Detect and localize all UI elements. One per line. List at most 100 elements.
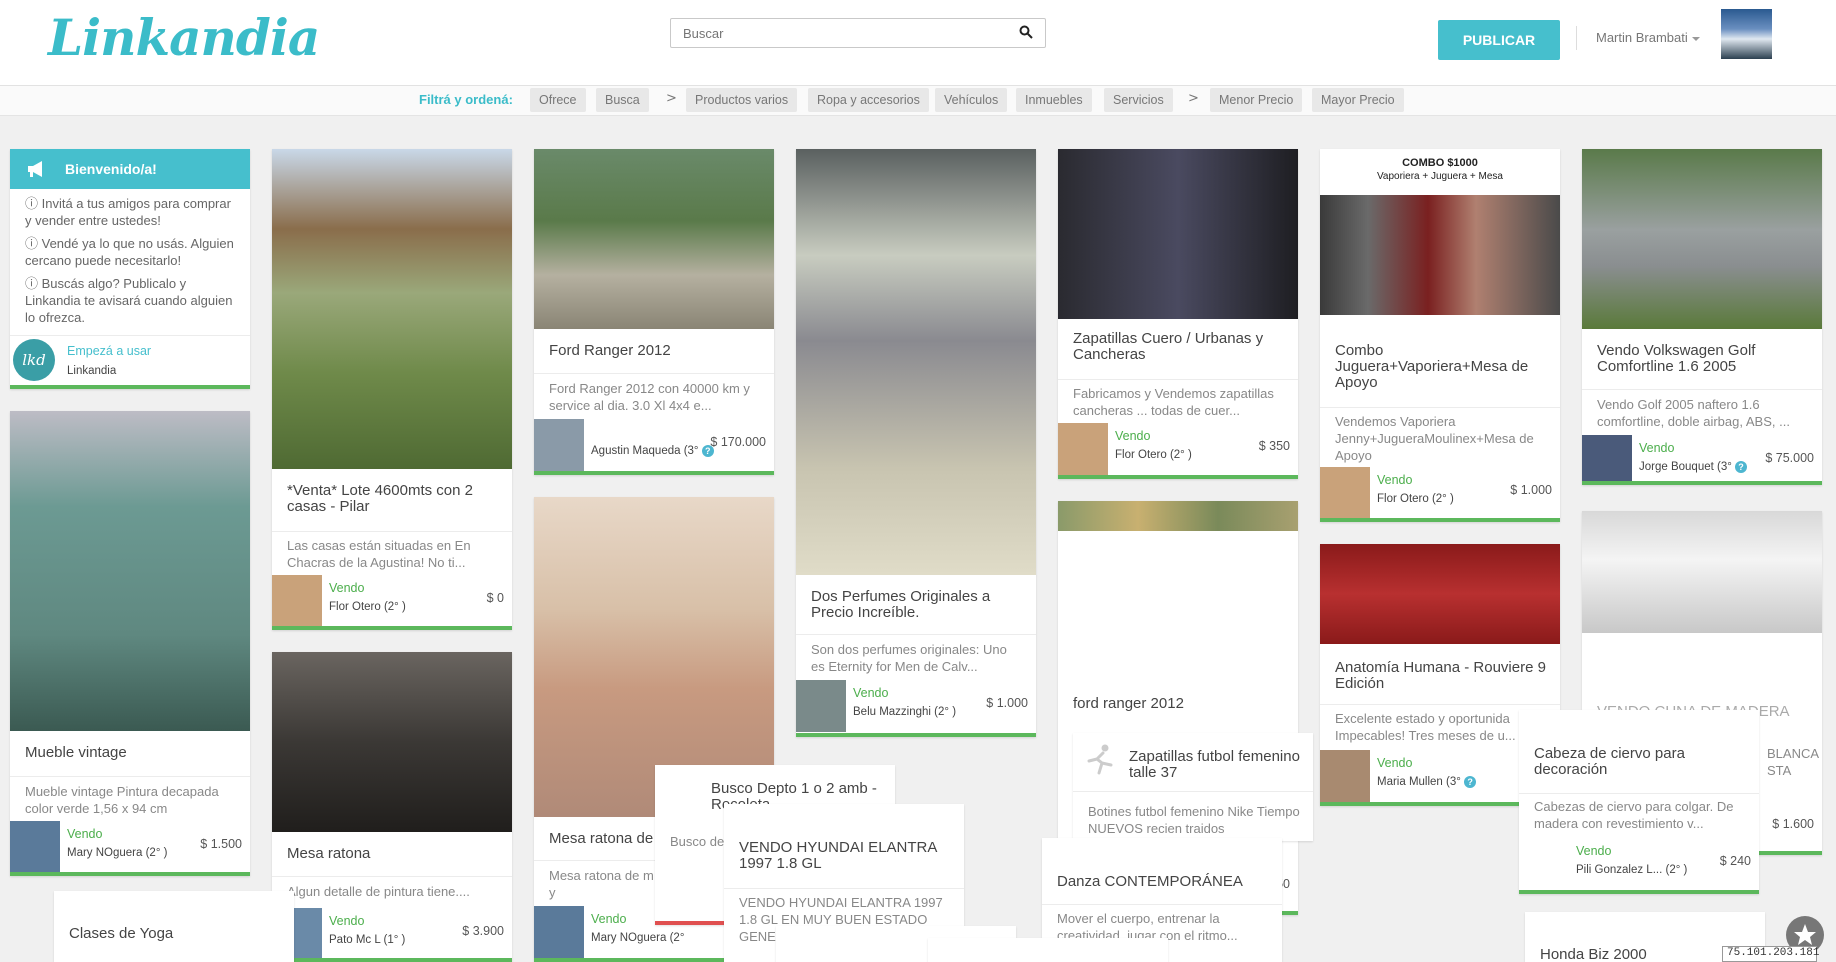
seller-avatar[interactable] <box>272 575 322 626</box>
sort-chip-mayor-precio[interactable]: Mayor Precio <box>1312 88 1404 112</box>
filter-chip-ofrece[interactable]: Ofrece <box>530 88 586 112</box>
listing-image[interactable] <box>272 652 512 832</box>
listing-title[interactable]: Vendo Volkswagen Golf Comfortline 1.6 20… <box>1597 343 1810 375</box>
listing-price: $ 170.000 <box>710 435 766 449</box>
seller-row: Agustin Maqueda (3° ? $ 170.000 <box>534 419 774 471</box>
welcome-title: Bienvenido/a! <box>65 161 157 177</box>
listing-image[interactable]: COMBO $1000 Vaporiera + Juguera + Mesa <box>1320 149 1560 329</box>
listing-card[interactable] <box>928 938 1168 962</box>
seller-name[interactable]: Maria Mullen (3° ? <box>1377 776 1477 788</box>
search-icon[interactable] <box>1019 25 1033 39</box>
seller-row: Vendo Pato Mc L (1° ) $ 3.900 <box>272 908 512 958</box>
listing-card[interactable]: Clases de Yoga <box>54 891 294 962</box>
listing-title[interactable]: ford ranger 2012 <box>1073 696 1286 712</box>
listing-price: $ 1.500 <box>200 837 242 851</box>
search-input[interactable] <box>671 19 1001 47</box>
info-circle-icon: ⓘ <box>25 196 42 211</box>
filter-chip-busca[interactable]: Busca <box>596 88 649 112</box>
listing-image[interactable] <box>534 149 774 329</box>
search-box[interactable] <box>670 18 1046 48</box>
listing-card[interactable]: Zapatillas futbol femenino talle 37 Boti… <box>1073 733 1313 841</box>
listing-title[interactable]: Anatomía Humana - Rouviere 9 Edición <box>1335 660 1548 692</box>
listing-image[interactable] <box>1058 501 1298 531</box>
listing-description: Cabezas de ciervo para colgar. De madera… <box>1534 799 1734 831</box>
seller-avatar[interactable] <box>1320 750 1370 802</box>
listing-title[interactable]: Cabeza de ciervo para decoración <box>1534 746 1747 778</box>
listing-image[interactable] <box>272 149 512 469</box>
listing-title[interactable]: Combo Juguera+Vaporiera+Mesa de Apoyo <box>1335 343 1548 391</box>
seller-avatar[interactable] <box>10 821 60 872</box>
filter-chip-inmuebles[interactable]: Inmuebles <box>1016 88 1092 112</box>
megaphone-icon <box>28 161 42 177</box>
listing-image[interactable] <box>1320 544 1560 644</box>
info-circle-icon: ⓘ <box>25 236 42 251</box>
seller-name[interactable]: Pili Gonzalez L... (2° ) <box>1576 864 1687 876</box>
listing-title[interactable]: Ford Ranger 2012 <box>549 343 762 359</box>
listing-card[interactable]: Vendo Volkswagen Golf Comfortline 1.6 20… <box>1582 149 1822 485</box>
listing-title[interactable]: Zapatillas futbol femenino talle 37 <box>1129 749 1301 781</box>
filter-separator: > <box>1188 91 1199 106</box>
listing-description: STA <box>1767 763 1792 778</box>
listing-title[interactable]: Clases de Yoga <box>69 926 282 942</box>
user-avatar[interactable] <box>1721 9 1772 59</box>
filter-label: Filtrá y ordená: <box>419 92 513 107</box>
seller-avatar[interactable] <box>1058 423 1108 475</box>
seller-name[interactable]: Pato Mc L (1° ) <box>329 934 405 946</box>
sort-chip-menor-precio[interactable]: Menor Precio <box>1210 88 1303 112</box>
listing-image[interactable] <box>1582 149 1822 329</box>
listing-title[interactable]: Zapatillas Cuero / Urbanas y Cancheras <box>1073 331 1286 363</box>
seller-avatar[interactable] <box>796 680 846 732</box>
listing-price: $ 1.600 <box>1772 817 1814 831</box>
user-menu[interactable]: Martin Brambati <box>1596 30 1700 45</box>
seller-avatar[interactable] <box>534 906 584 958</box>
question-badge-icon[interactable]: ? <box>1464 776 1477 788</box>
listing-title[interactable]: *Venta* Lote 4600mts con 2 casas - Pilar <box>287 483 500 515</box>
listing-image[interactable] <box>10 411 250 731</box>
listing-action: Vendo <box>329 581 365 595</box>
listing-card[interactable]: Mueble vintage Mueble vintage Pintura de… <box>10 411 250 876</box>
filter-chip-productos-varios[interactable]: Productos varios <box>686 88 798 112</box>
seller-name[interactable]: Agustin Maqueda (3° ? <box>591 445 714 457</box>
seller-name[interactable]: Mary NOguera (2° <box>591 932 684 944</box>
listing-image[interactable] <box>1582 511 1822 633</box>
listing-title[interactable]: Mueble vintage <box>25 745 238 761</box>
publish-button[interactable]: PUBLICAR <box>1438 20 1560 60</box>
seller-name[interactable]: Belu Mazzinghi (2° ) <box>853 706 956 718</box>
listing-card[interactable]: Ford Ranger 2012 Ford Ranger 2012 con 40… <box>534 149 774 475</box>
question-badge-icon[interactable]: ? <box>1735 461 1748 473</box>
linkandia-logo[interactable]: Linkandia <box>48 8 320 67</box>
listing-image[interactable] <box>1058 149 1298 319</box>
seller-name[interactable]: Flor Otero (2° ) <box>329 601 406 613</box>
seller-row: Vendo Flor Otero (2° ) $ 1.000 <box>1320 467 1560 518</box>
listing-card[interactable]: Zapatillas Cuero / Urbanas y Cancheras F… <box>1058 149 1298 479</box>
listing-image[interactable] <box>796 149 1036 575</box>
listing-title[interactable]: Dos Perfumes Originales a Precio Increíb… <box>811 589 1024 621</box>
listing-card[interactable]: *Venta* Lote 4600mts con 2 casas - Pilar… <box>272 149 512 630</box>
seller-name[interactable]: Flor Otero (2° ) <box>1115 449 1192 461</box>
listing-title[interactable]: VENDO HYUNDAI ELANTRA 1997 1.8 GL <box>739 840 952 872</box>
filter-chip-servicios[interactable]: Servicios <box>1104 88 1173 112</box>
seller-avatar[interactable] <box>1582 435 1632 481</box>
listing-description: Ford Ranger 2012 con 40000 km y service … <box>549 381 750 413</box>
listing-card[interactable]: Mesa ratona Algun detalle de pintura tie… <box>272 652 512 962</box>
start-using-link[interactable]: Empezá a usar <box>67 344 151 358</box>
listing-card[interactable]: COMBO $1000 Vaporiera + Juguera + Mesa C… <box>1320 149 1560 522</box>
listing-description: Las casas están situadas en En Chacras d… <box>287 538 471 570</box>
listing-action: Vendo <box>67 827 103 841</box>
listing-card[interactable]: Cabeza de ciervo para decoración Cabezas… <box>1519 710 1759 894</box>
seller-avatar[interactable] <box>534 419 584 471</box>
filter-chip-ropa-accesorios[interactable]: Ropa y accesorios <box>808 88 929 112</box>
listing-action: Vendo <box>329 914 365 928</box>
listing-title[interactable]: Mesa ratona <box>287 846 500 862</box>
filter-chip-vehiculos[interactable]: Vehículos <box>935 88 1008 112</box>
seller-name[interactable]: Jorge Bouquet (3° ? <box>1639 461 1748 473</box>
listing-card[interactable]: Dos Perfumes Originales a Precio Increíb… <box>796 149 1036 737</box>
listing-price: $ 0 <box>486 591 504 605</box>
seller-avatar[interactable] <box>1320 467 1370 518</box>
info-circle-icon: ⓘ <box>25 276 42 291</box>
seller-name[interactable]: Flor Otero (2° ) <box>1377 493 1454 505</box>
welcome-header: Bienvenido/a! <box>10 149 250 189</box>
seller-name[interactable]: Mary NOguera (2° ) <box>67 847 167 859</box>
listing-title[interactable]: Danza CONTEMPORÁNEA <box>1057 874 1270 890</box>
welcome-card: Bienvenido/a! ⓘ Invitá a tus amigos para… <box>10 149 250 389</box>
